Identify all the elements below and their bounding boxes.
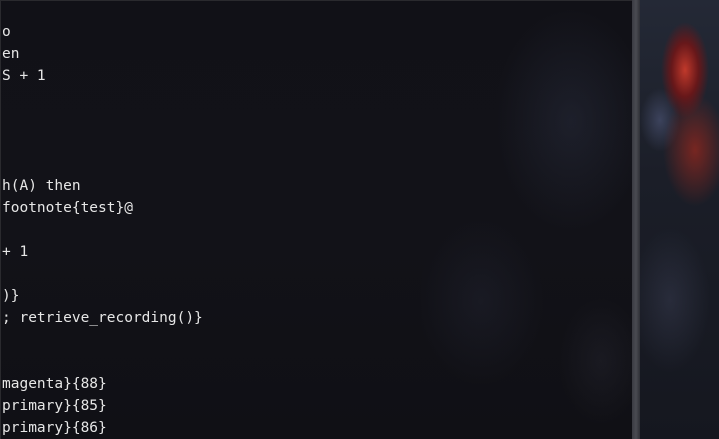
terminal-line: S + 1 bbox=[2, 68, 46, 84]
terminal-window[interactable]: o en S + 1 h(A) then footnote{test}@ + 1… bbox=[0, 0, 632, 439]
terminal-line: h(A) then bbox=[2, 178, 81, 194]
window-divider[interactable] bbox=[632, 0, 640, 439]
terminal-line: primary}{86} bbox=[2, 420, 107, 436]
terminal-line: + 1 bbox=[2, 244, 29, 260]
wallpaper-reflection bbox=[421, 1, 632, 439]
terminal-line: footnote{test}@ bbox=[2, 200, 133, 216]
terminal-line: en bbox=[2, 46, 20, 62]
terminal-line: primary}{85} bbox=[2, 398, 107, 414]
terminal-output[interactable]: o en S + 1 h(A) then footnote{test}@ + 1… bbox=[2, 21, 203, 439]
terminal-line: ; retrieve_recording()} bbox=[2, 310, 203, 326]
terminal-line: )} bbox=[2, 288, 20, 304]
desktop-screen: o en S + 1 h(A) then footnote{test}@ + 1… bbox=[0, 0, 719, 439]
desktop-wallpaper bbox=[640, 0, 719, 439]
terminal-line: o bbox=[2, 24, 11, 40]
terminal-line: magenta}{88} bbox=[2, 376, 107, 392]
